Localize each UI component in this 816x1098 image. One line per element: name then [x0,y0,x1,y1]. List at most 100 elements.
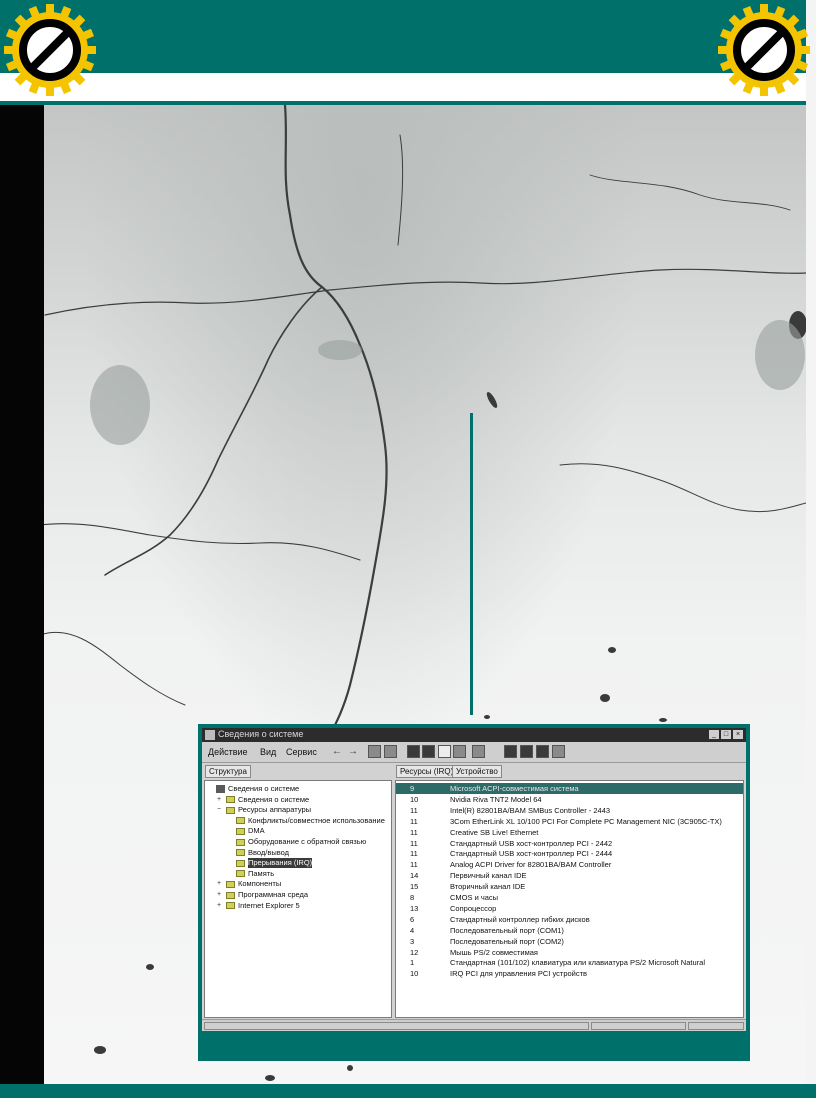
tree-item-label: Ввод/вывод [248,847,290,857]
app-icon [205,730,215,740]
tree-item-label: Сведения о системе [228,784,300,793]
tree-item[interactable]: Прерывания (IRQ) [227,858,313,869]
list-item[interactable]: 13 Сопроцессор [396,903,743,914]
menu-action[interactable]: Действие [208,747,248,757]
device-name: Nvidia Riva TNT2 Model 64 [450,794,542,804]
list-item[interactable]: 12 Мышь PS/2 совместимая [396,947,743,958]
tree-item-label: Сведения о системе [238,794,310,804]
folder-icon [226,891,235,899]
tree-item[interactable]: Ввод/вывод [227,848,289,858]
irq-number: 1 [410,958,415,968]
tree-item-label: Компоненты [238,879,282,889]
pane-tabs: Структура Ресурсы (IRQ) Устройство [202,763,746,779]
menu-view[interactable]: Вид [260,747,276,757]
irq-number: 8 [410,893,415,902]
tree-item[interactable]: Память [227,869,274,879]
device-name: CMOS и часы [450,893,499,902]
list-item[interactable]: 11 3Com EtherLink XL 10/100 PCI For Compl… [396,816,743,827]
cut-icon[interactable] [407,745,420,758]
close-button[interactable]: × [733,730,743,739]
list-item[interactable]: 10 IRQ PCI для управления PCI устройств [396,968,743,979]
list-item[interactable]: 11 Analog ACPI Driver for 82801BA/BAM Con… [396,859,743,870]
help-icon[interactable] [552,745,565,758]
irq-number: 3 [410,936,415,946]
menu-tools[interactable]: Сервис [286,747,317,757]
list-item[interactable]: 9 Microsoft ACPI-совместимая система [396,783,743,794]
tree-item[interactable]: + Сведения о системе [217,795,309,805]
top-banner [0,0,806,73]
minimize-button[interactable]: _ [709,730,719,739]
status-segment [591,1022,686,1030]
device-name: Creative SB Live! Ethernet [450,827,539,837]
list-item[interactable]: 10 Nvidia Riva TNT2 Model 64 [396,794,743,805]
tree-item[interactable]: + Internet Explorer 5 [217,901,300,911]
print-icon[interactable] [504,745,517,758]
irq-number: 12 [410,947,419,957]
device-name: Intel(R) 82801BA/BAM SMBus Controller - … [450,805,611,815]
list-item[interactable]: 11 Creative SB Live! Ethernet [396,827,743,838]
page-icon[interactable] [438,745,451,758]
tree-item-label: Оборудование с обратной связью [248,837,367,846]
device-name: Analog ACPI Driver for 82801BA/BAM Contr… [450,860,612,870]
refresh-icon[interactable] [472,745,485,758]
tree-item[interactable]: − Ресурсы аппаратуры [217,805,311,815]
export-icon[interactable] [536,745,549,758]
device-name: Стандартная (101/102) клавиатура или кла… [450,958,705,968]
device-name: Стандартный контроллер гибких дисков [450,914,590,924]
list-item[interactable]: 6 Стандартный контроллер гибких дисков [396,914,743,925]
window-title: Сведения о системе [218,729,304,739]
expand-toggle-icon[interactable]: + [217,879,223,889]
irq-number: 10 [410,794,419,804]
tab-irq[interactable]: Ресурсы (IRQ) [396,765,458,778]
list-item[interactable]: 1 Стандартная (101/102) клавиатура или кл… [396,957,743,968]
tree-item[interactable]: Оборудование с обратной связью [227,837,366,847]
list-item[interactable]: 4 Последовательный порт (COM1) [396,925,743,936]
up-folder-icon[interactable] [368,745,381,758]
list-item[interactable]: 14 Первичный канал IDE [396,870,743,881]
list-item[interactable]: 11 Intel(R) 82801BA/BAM SMBus Controller … [396,805,743,816]
folder-icon [236,838,245,846]
properties-icon[interactable] [453,745,466,758]
folder-icon [226,902,235,910]
tree-item[interactable]: Конфликты/совместное использование [227,816,385,826]
expand-toggle-icon[interactable]: + [217,890,223,900]
list-item[interactable]: 3 Последовательный порт (COM2) [396,936,743,947]
list-item[interactable]: 15 Вторичный канал IDE [396,881,743,892]
back-arrow-icon[interactable]: ← [332,746,342,757]
folder-icon [226,806,235,814]
folder-icon [236,849,245,857]
forward-arrow-icon[interactable]: → [348,746,358,757]
copy-icon[interactable] [422,745,435,758]
irq-number: 14 [410,871,419,881]
folder-icon [236,870,245,878]
device-name: Microsoft ACPI-совместимая система [450,784,579,793]
list-item[interactable]: 8 CMOS и часы [396,892,743,903]
prohibition-icon [698,0,816,116]
device-name: Последовательный порт (COM2) [450,936,564,946]
tree-item-label: DMA [248,826,265,836]
list-item[interactable]: 11 Стандартный USB хост-контроллер PCI - … [396,848,743,859]
list-item[interactable]: 11 Стандартный USB хост-контроллер PCI - … [396,838,743,849]
tree-item[interactable]: + Компоненты [217,879,281,889]
maximize-button[interactable]: □ [721,730,731,739]
folder-icon [236,827,245,835]
device-name: IRQ PCI для управления PCI устройств [450,969,588,979]
expand-toggle-icon[interactable]: − [217,805,223,815]
tree-view-icon[interactable] [384,745,397,758]
tab-structure[interactable]: Структура [205,765,251,778]
tree-item[interactable]: + Программная среда [217,890,308,900]
expand-toggle-icon[interactable]: + [217,901,223,911]
right-edge-strip [806,0,816,1098]
tree-item[interactable]: DMA [227,826,265,836]
irq-number: 13 [410,903,419,913]
tab-device[interactable]: Устройство [452,765,502,778]
device-name: Первичный канал IDE [450,871,527,881]
device-list-pane: 9 Microsoft ACPI-совместимая система 10 Nvi… [395,780,744,1018]
folder-icon [226,880,235,888]
status-segment [688,1022,744,1030]
save-icon[interactable] [520,745,533,758]
expand-toggle-icon[interactable]: + [217,795,223,805]
irq-number: 6 [410,914,415,924]
tree-item[interactable]: Сведения о системе [207,784,299,794]
photo-dark-edge [0,105,44,1084]
